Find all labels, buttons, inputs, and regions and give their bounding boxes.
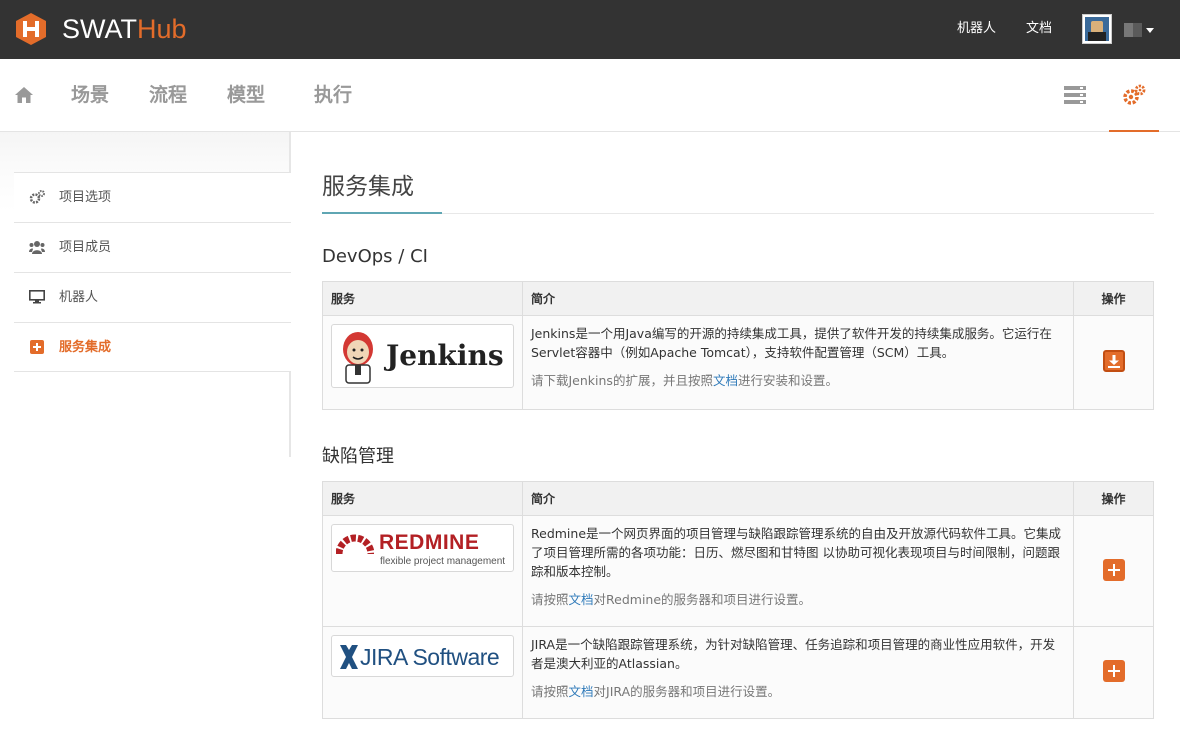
service-description: Jenkins是一个用Java编写的开源的持续集成工具，提供了软件开发的持续集成… [531, 326, 1052, 360]
hint-text: 进行安装和设置。 [737, 373, 838, 388]
docs-link[interactable]: 文档 [713, 373, 738, 388]
jira-x-icon [340, 645, 358, 669]
avatar-image [1085, 17, 1109, 41]
sidebar-item-label: 机器人 [59, 290, 99, 305]
cogs-icon [29, 190, 45, 204]
section-title-defect-management: 缺陷管理 [322, 446, 394, 467]
nav-item-execute[interactable]: 执行 [314, 83, 352, 107]
user-menu-toggle[interactable] [1124, 22, 1156, 38]
redmine-logo-text: REDMINE [379, 531, 480, 554]
redmine-arc-icon [336, 534, 374, 555]
service-description-cell: Jenkins是一个用Java编写的开源的持续集成工具，提供了软件开发的持续集成… [522, 315, 1074, 410]
column-header-action: 操作 [1073, 281, 1154, 316]
sidebar: 项目选项 项目成员 机器人 服务集成 [14, 172, 291, 372]
download-icon [1107, 355, 1120, 368]
service-action-cell [1073, 626, 1154, 719]
brand-part-hub: Hub [137, 14, 187, 44]
main-nav: 场景 流程 模型 执行 [0, 59, 1180, 132]
service-hint: 请按照文档对JIRA的服务器和项目进行设置。 [531, 683, 1065, 701]
sidebar-item-robots[interactable]: 机器人 [14, 272, 291, 322]
table-row: Jenkins Jenkins是一个用Java编写的开源的持续集成工具，提供了软… [322, 315, 1154, 410]
hint-text: 请下载Jenkins的扩展，并且按照 [531, 373, 713, 388]
caret-down-icon [1146, 28, 1154, 33]
user-name-redacted [1124, 23, 1142, 37]
column-header-description: 简介 [522, 481, 1074, 516]
docs-link[interactable]: 文档 [569, 684, 594, 699]
service-hint: 请按照文档对Redmine的服务器和项目进行设置。 [531, 591, 1065, 609]
table-row: JIRA Software JIRA是一个缺陷跟踪管理系统，为针对缺陷管理、任务… [322, 626, 1154, 719]
jenkins-logo-text: Jenkins [386, 339, 504, 372]
jira-logo: JIRA Software [331, 635, 514, 677]
add-integration-button[interactable] [1102, 660, 1125, 682]
service-description: Redmine是一个网页界面的项目管理与缺陷跟踪管理系统的自由及开放源代码软件工… [531, 526, 1062, 579]
nav-item-scenes[interactable]: 场景 [71, 83, 109, 107]
add-integration-button[interactable] [1102, 558, 1125, 581]
service-logo-cell: REDMINE flexible project management [322, 515, 523, 627]
redmine-logo-subtext: flexible project management [380, 556, 506, 567]
hint-text: 对JIRA的服务器和项目进行设置。 [593, 684, 781, 699]
hint-text: 请按照 [531, 592, 569, 607]
nav-item-models[interactable]: 模型 [227, 83, 265, 107]
jenkins-butler-icon [343, 332, 373, 384]
column-header-service: 服务 [322, 481, 523, 516]
desktop-icon [29, 290, 45, 304]
service-hint: 请下载Jenkins的扩展，并且按照文档进行安装和设置。 [531, 372, 1065, 390]
plus-square-icon [30, 340, 44, 354]
column-header-description: 简介 [522, 281, 1074, 316]
sidebar-item-label: 项目成员 [59, 240, 112, 255]
devops-service-table: 服务 简介 操作 Jenkins Jenkins是一个用Java编写的开源的持续… [322, 281, 1154, 410]
top-link-robot[interactable]: 机器人 [957, 20, 996, 38]
download-button[interactable] [1102, 350, 1125, 372]
hint-text: 请按照 [531, 684, 569, 699]
table-row: REDMINE flexible project management Redm… [322, 515, 1154, 627]
sidebar-item-project-members[interactable]: 项目成员 [14, 222, 291, 272]
sidebar-item-project-options[interactable]: 项目选项 [14, 172, 291, 222]
column-header-action: 操作 [1073, 481, 1154, 516]
section-title-devops: DevOps / CI [322, 246, 428, 267]
sidebar-item-label: 服务集成 [59, 340, 112, 355]
title-divider [322, 213, 1154, 214]
user-avatar[interactable] [1082, 14, 1112, 44]
defect-service-table: 服务 简介 操作 REDMINE flexible project manage… [322, 481, 1154, 719]
redmine-logo: REDMINE flexible project management [331, 524, 514, 572]
title-divider-accent [322, 212, 442, 214]
service-action-cell [1073, 315, 1154, 410]
top-link-docs[interactable]: 文档 [1026, 20, 1052, 38]
server-icon[interactable] [1064, 86, 1086, 104]
service-description-cell: Redmine是一个网页界面的项目管理与缺陷跟踪管理系统的自由及开放源代码软件工… [522, 515, 1074, 627]
service-action-cell [1073, 515, 1154, 627]
service-logo-cell: JIRA Software [322, 626, 523, 719]
users-icon [29, 241, 45, 254]
sidebar-item-service-integration[interactable]: 服务集成 [14, 322, 291, 372]
page-title: 服务集成 [322, 174, 414, 200]
sidebar-item-label: 项目选项 [59, 190, 112, 205]
docs-link[interactable]: 文档 [569, 592, 594, 607]
active-tab-indicator [1109, 130, 1159, 132]
jira-logo-text: JIRA Software [360, 644, 500, 670]
service-description-cell: JIRA是一个缺陷跟踪管理系统，为针对缺陷管理、任务追踪和项目管理的商业性应用软… [522, 626, 1074, 719]
service-description: JIRA是一个缺陷跟踪管理系统，为针对缺陷管理、任务追踪和项目管理的商业性应用软… [531, 637, 1056, 671]
service-logo-cell: Jenkins [322, 315, 523, 410]
swathub-logo-icon[interactable] [16, 13, 46, 45]
brand-name[interactable]: SWATHub [62, 13, 187, 45]
cogs-icon[interactable] [1122, 84, 1146, 106]
top-navbar: SWATHub 机器人 文档 [0, 0, 1180, 59]
home-icon[interactable] [14, 86, 34, 104]
brand-part-swat: SWAT [62, 14, 137, 44]
hint-text: 对Redmine的服务器和项目进行设置。 [593, 592, 812, 607]
jenkins-logo: Jenkins [331, 324, 514, 388]
nav-item-flows[interactable]: 流程 [149, 83, 187, 107]
column-header-service: 服务 [322, 281, 523, 316]
